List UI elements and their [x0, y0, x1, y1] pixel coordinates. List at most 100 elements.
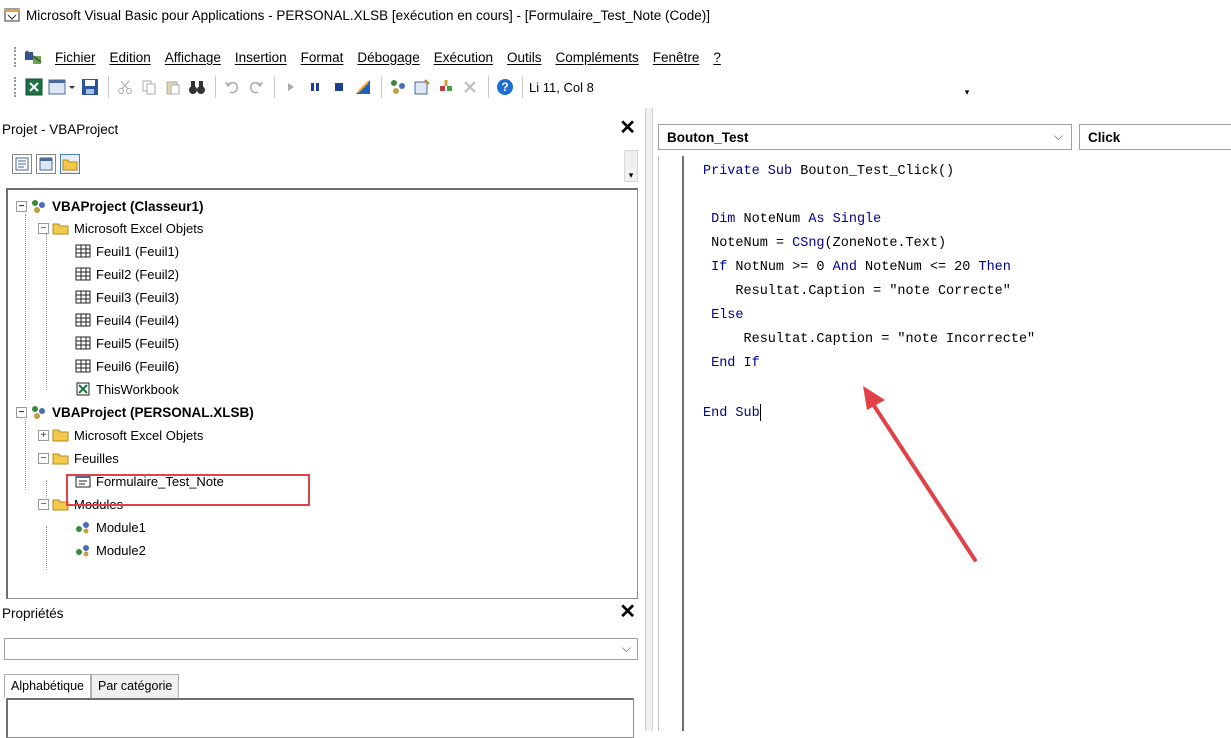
view-code-icon: [15, 157, 29, 171]
copy-button[interactable]: [138, 76, 160, 98]
tree-item-vbaproject-classeur1[interactable]: − VBAProject (Classeur1): [16, 196, 204, 216]
toolbar-grip[interactable]: [14, 77, 17, 97]
code-line-9: End If: [711, 356, 760, 371]
menu-execution[interactable]: Exécution: [434, 50, 493, 65]
menu-debogage[interactable]: Débogage: [357, 50, 419, 65]
pane-overflow-icon[interactable]: ▾: [624, 150, 638, 182]
tree-item-vbaproject-personal[interactable]: − VBAProject (PERSONAL.XLSB): [16, 402, 254, 422]
binoculars-icon: [189, 81, 205, 94]
excel-view-button[interactable]: [23, 76, 45, 98]
toggle-folders-button[interactable]: [60, 154, 80, 174]
save-button[interactable]: [79, 76, 101, 98]
help-icon: ?: [497, 79, 513, 95]
tab-alphabetique[interactable]: Alphabétique: [4, 674, 91, 698]
tree-item-excel-objects[interactable]: − Microsoft Excel Objets: [38, 218, 203, 238]
help-button[interactable]: ?: [494, 76, 516, 98]
title-bar: Microsoft Visual Basic pour Applications…: [0, 0, 1231, 30]
stop-icon: [335, 83, 343, 91]
menu-fichier[interactable]: Fichier: [55, 50, 96, 65]
sheet-icon: [75, 244, 91, 258]
collapse-icon[interactable]: −: [16, 200, 27, 212]
collapse-icon[interactable]: −: [38, 222, 49, 234]
tree-item-feuil3[interactable]: Feuil3 (Feuil3): [74, 287, 179, 307]
collapse-icon[interactable]: −: [38, 452, 49, 464]
menubar-grip[interactable]: [14, 47, 17, 67]
code-line-6: Resultat.Caption = "note Correcte": [703, 284, 1011, 299]
redo-icon: [249, 81, 263, 94]
procedure-combo-value: Click: [1088, 129, 1121, 145]
tree-item-feuil2[interactable]: Feuil2 (Feuil2): [74, 264, 179, 284]
toolbar-separator: [488, 76, 489, 98]
pane-splitter[interactable]: [645, 108, 653, 731]
close-project-pane-icon[interactable]: ✕: [619, 117, 636, 139]
tree-item-feuil1[interactable]: Feuil1 (Feuil1): [74, 241, 179, 261]
tree-item-feuil5[interactable]: Feuil5 (Feuil5): [74, 333, 179, 353]
chevron-down-icon[interactable]: ⌵: [1054, 129, 1063, 144]
tree-item-feuil6[interactable]: Feuil6 (Feuil6): [74, 356, 179, 376]
save-icon: [82, 79, 98, 95]
code-margin[interactable]: [658, 156, 684, 731]
find-button[interactable]: [186, 76, 208, 98]
collapse-icon[interactable]: −: [16, 406, 27, 418]
reset-button[interactable]: [328, 76, 350, 98]
object-combo-value: Bouton_Test: [667, 129, 749, 145]
project-pane-tools: [12, 154, 84, 174]
tree-item-excel-objects-personal[interactable]: + Microsoft Excel Objets: [38, 425, 203, 445]
window-title: Microsoft Visual Basic pour Applications…: [26, 7, 711, 23]
menu-format[interactable]: Format: [301, 50, 344, 65]
excel-view-icon[interactable]: [23, 48, 45, 66]
object-combo[interactable]: Bouton_Test ⌵: [658, 124, 1072, 150]
cut-button[interactable]: [114, 76, 136, 98]
toolbox-icon: [464, 81, 476, 93]
tree-item-feuilles[interactable]: − Feuilles: [38, 448, 119, 468]
cut-icon: [118, 80, 132, 94]
run-button[interactable]: [280, 76, 302, 98]
menu-complements[interactable]: Compléments: [556, 50, 639, 65]
tree-item-feuil4[interactable]: Feuil4 (Feuil4): [74, 310, 179, 330]
tree-line: [46, 526, 47, 570]
menu-fenetre[interactable]: Fenêtre: [653, 50, 700, 65]
procedure-combo[interactable]: Click: [1079, 124, 1231, 150]
play-icon: [288, 83, 294, 91]
design-mode-icon: [356, 80, 370, 94]
menu-insertion[interactable]: Insertion: [235, 50, 287, 65]
object-browser-button[interactable]: [435, 76, 457, 98]
code-window: Bouton_Test ⌵ Click Private Sub Bouton_T…: [653, 116, 1231, 731]
project-explorer-button[interactable]: [387, 76, 409, 98]
toolbar-separator: [108, 76, 109, 98]
menu-outils[interactable]: Outils: [507, 50, 542, 65]
properties-icon: [414, 79, 430, 95]
text-cursor: [759, 404, 761, 421]
pause-icon: [311, 83, 319, 91]
tab-par-categorie[interactable]: Par catégorie: [90, 674, 180, 698]
toolbar-overflow-icon[interactable]: ▾: [962, 78, 972, 98]
properties-window-button[interactable]: [411, 76, 433, 98]
menu-edition[interactable]: Edition: [110, 50, 151, 65]
design-mode-button[interactable]: [352, 76, 374, 98]
paste-button[interactable]: [162, 76, 184, 98]
close-properties-pane-icon[interactable]: ✕: [619, 601, 636, 623]
expand-icon[interactable]: +: [38, 429, 49, 441]
insert-userform-button[interactable]: [47, 76, 77, 98]
tree-item-module2[interactable]: Module2: [74, 540, 146, 560]
redo-button[interactable]: [245, 76, 267, 98]
menu-help[interactable]: ?: [713, 50, 721, 65]
properties-tabs: Alphabétique Par catégorie: [4, 674, 180, 698]
view-code-button[interactable]: [12, 154, 32, 174]
view-object-button[interactable]: [36, 154, 56, 174]
tree-line: [46, 234, 47, 390]
code-editor[interactable]: Private Sub Bouton_Test_Click() Dim Note…: [689, 160, 1229, 731]
pause-button[interactable]: [304, 76, 326, 98]
tree-item-thisworkbook[interactable]: ThisWorkbook: [74, 379, 179, 399]
copy-icon: [142, 80, 156, 95]
properties-pane-header: Propriétés ✕: [0, 600, 642, 626]
toolbox-button[interactable]: [459, 76, 481, 98]
code-line-8: Resultat.Caption = "note Incorrecte": [703, 332, 1036, 347]
chevron-down-icon[interactable]: ⌵: [622, 641, 631, 656]
undo-button[interactable]: [221, 76, 243, 98]
object-select[interactable]: ⌵: [4, 638, 638, 660]
collapse-icon[interactable]: −: [38, 498, 49, 510]
tree-item-module1[interactable]: Module1: [74, 517, 146, 537]
menu-affichage[interactable]: Affichage: [165, 50, 221, 65]
code-line-7: Else: [711, 308, 744, 323]
